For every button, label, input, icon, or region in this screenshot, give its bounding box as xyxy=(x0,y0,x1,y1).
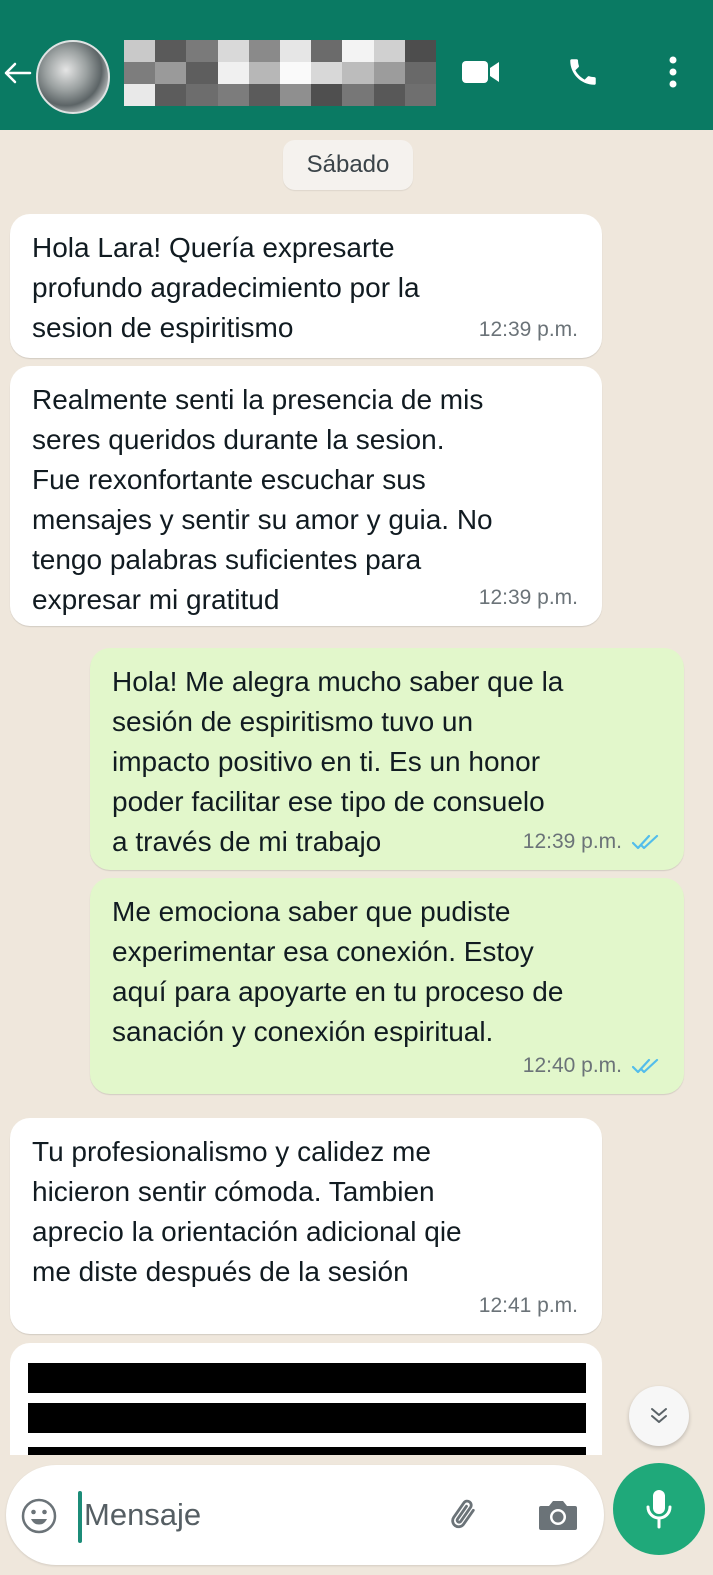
message-time: 12:39 p.m. xyxy=(478,586,578,609)
scroll-to-bottom-button[interactable] xyxy=(629,1386,689,1446)
message-input[interactable] xyxy=(84,1489,384,1541)
double-chevron-down-icon xyxy=(651,1408,667,1423)
read-receipt-icon xyxy=(632,833,660,851)
message-time: 12:39 p.m. xyxy=(522,830,622,853)
message-meta: 12:40 p.m. xyxy=(523,1046,660,1086)
video-call-icon[interactable] xyxy=(456,46,506,98)
mic-icon xyxy=(646,1490,672,1529)
message-incoming[interactable]: Realmente senti la presencia de mis sere… xyxy=(10,366,602,626)
message-text: Tu profesionalismo y calidez me hicieron… xyxy=(32,1136,462,1287)
redaction-bar xyxy=(28,1363,586,1393)
message-incoming[interactable]: Tu profesionalismo y calidez me hicieron… xyxy=(10,1118,602,1334)
more-options-icon[interactable] xyxy=(648,46,698,98)
contact-name-pixelated[interactable] xyxy=(124,40,436,106)
back-arrow-icon[interactable] xyxy=(0,48,34,98)
voice-call-icon[interactable] xyxy=(558,46,608,98)
voice-message-button[interactable] xyxy=(613,1463,705,1555)
camera-icon[interactable] xyxy=(528,1489,588,1541)
emoji-icon[interactable] xyxy=(14,1491,64,1541)
attach-icon[interactable] xyxy=(438,1489,490,1541)
message-meta: 12:39 p.m. xyxy=(479,578,578,618)
message-meta: 12:39 p.m. xyxy=(479,310,578,350)
contact-avatar[interactable] xyxy=(36,40,110,114)
message-time: 12:39 p.m. xyxy=(478,318,578,341)
status-bar xyxy=(0,0,713,18)
message-outgoing[interactable]: Me emociona saber que pudiste experiment… xyxy=(90,878,684,1094)
message-incoming[interactable]: Hola Lara! Quería expresarte profundo ag… xyxy=(10,214,602,358)
chat-header xyxy=(0,18,713,130)
message-time: 12:41 p.m. xyxy=(478,1294,578,1317)
redaction-bar xyxy=(28,1403,586,1433)
read-receipt-icon xyxy=(632,1057,660,1075)
date-separator: Sábado xyxy=(283,140,413,190)
message-meta: 12:41 p.m. xyxy=(479,1286,578,1326)
message-incoming-redacted[interactable] xyxy=(10,1343,602,1455)
message-composer xyxy=(6,1465,604,1565)
redaction-bar xyxy=(28,1447,586,1455)
message-time: 12:40 p.m. xyxy=(522,1054,622,1077)
text-cursor xyxy=(78,1491,82,1543)
message-meta: 12:39 p.m. xyxy=(523,822,660,862)
message-text: Me emociona saber que pudiste experiment… xyxy=(112,896,564,1047)
message-outgoing[interactable]: Hola! Me alegra mucho saber que la sesió… xyxy=(90,648,684,870)
